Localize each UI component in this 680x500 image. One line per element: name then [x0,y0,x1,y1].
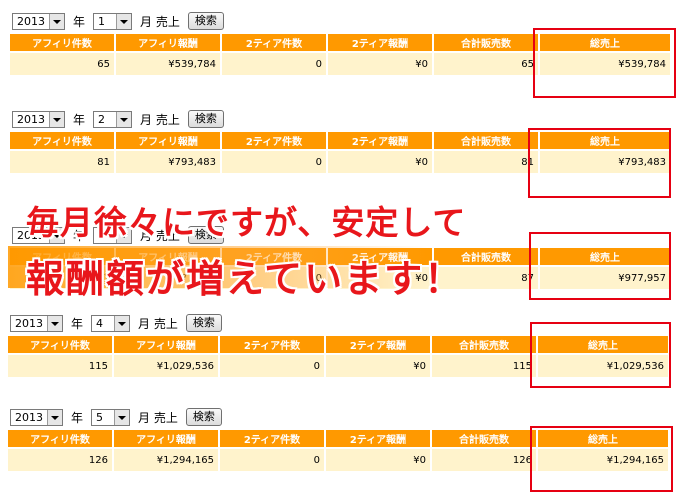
col-header: アフィリ件数 [8,336,112,353]
col-header: 2ティア件数 [220,430,324,447]
month-value: 1 [98,14,106,28]
table-cell: 81 [434,151,538,173]
month-select[interactable]: 5 [91,408,131,426]
table-cell: 81 [10,151,114,173]
year-select[interactable]: 2013 [10,408,63,426]
month-value: 2 [98,112,106,126]
table-cell: ¥793,483 [116,151,220,173]
total-sales-highlight [533,28,676,98]
col-header: 2ティア件数 [220,336,324,353]
chevron-down-icon[interactable] [114,409,130,425]
table-cell: 65 [10,53,114,75]
chevron-down-icon[interactable] [49,111,64,127]
table-cell: 115 [8,355,112,377]
col-header: 合計販売数 [434,132,538,149]
year-select[interactable]: 2013 [12,12,65,30]
col-header: 合計販売数 [432,336,536,353]
chevron-down-icon[interactable] [116,13,132,29]
month-value: 5 [96,410,104,424]
month-select[interactable]: 1 [93,12,133,30]
total-sales-highlight [528,128,671,198]
table-cell: 126 [432,449,536,471]
period-controls: 2013 年 1 月 売上 検索 [12,12,224,30]
col-header: アフィリ報酬 [114,430,218,447]
table-cell: ¥539,784 [116,53,220,75]
col-header: 2ティア報酬 [326,336,430,353]
chevron-down-icon[interactable] [47,315,62,331]
table-cell: 115 [432,355,536,377]
year-value: 2013 [17,112,45,126]
table-cell: 0 [222,151,326,173]
search-button[interactable]: 検索 [187,110,224,128]
total-sales-highlight [530,426,673,492]
table-cell: ¥0 [328,53,432,75]
year-select[interactable]: 2013 [10,314,63,332]
table-cell: ¥0 [326,355,430,377]
table-cell: 126 [8,449,112,471]
year-label: 年 [73,112,86,127]
year-label: 年 [71,316,84,331]
month-select[interactable]: 4 [91,314,131,332]
total-sales-highlight [530,322,671,388]
period-controls: 2013 年 2 月 売上 検索 [12,110,224,128]
col-header: アフィリ報酬 [116,34,220,51]
caption-line-1: 毎月徐々にですが、安定して [26,203,467,242]
table-cell: ¥0 [328,151,432,173]
col-header: アフィリ報酬 [116,132,220,149]
search-button[interactable]: 検索 [185,408,222,426]
year-value: 2013 [15,410,43,424]
chevron-down-icon[interactable] [114,315,130,331]
period-controls: 2013 年 4 月 売上 検索 [10,314,222,332]
search-button[interactable]: 検索 [185,314,222,332]
col-header: アフィリ件数 [8,430,112,447]
table-cell: 0 [220,449,324,471]
month-select[interactable]: 2 [93,110,133,128]
col-header: 合計販売数 [434,34,538,51]
month-value: 4 [96,316,104,330]
search-button[interactable]: 検索 [187,12,224,30]
year-label: 年 [73,14,86,29]
table-cell: 0 [220,355,324,377]
table-cell: ¥1,294,165 [114,449,218,471]
col-header: 2ティア報酬 [328,34,432,51]
table-cell: 65 [434,53,538,75]
col-header: アフィリ件数 [10,34,114,51]
caption-line-2: 報酬額が増えています！ [26,257,465,301]
year-value: 2013 [17,14,45,28]
col-header: 2ティア件数 [222,132,326,149]
chevron-down-icon[interactable] [47,409,62,425]
month-label: 月 売上 [138,410,178,425]
caption-overlay: 毎月徐々にですが、安定して 報酬額が増えています！ [0,196,465,306]
col-header: アフィリ件数 [10,132,114,149]
col-header: 2ティア件数 [222,34,326,51]
col-header: 2ティア報酬 [328,132,432,149]
table-cell: ¥0 [326,449,430,471]
month-label: 月 売上 [140,14,180,29]
col-header: アフィリ報酬 [114,336,218,353]
chevron-down-icon[interactable] [49,13,64,29]
year-value: 2013 [15,316,43,330]
year-label: 年 [71,410,84,425]
month-label: 月 売上 [138,316,178,331]
year-select[interactable]: 2013 [12,110,65,128]
table-cell: ¥1,029,536 [114,355,218,377]
table-cell: 0 [222,53,326,75]
chevron-down-icon[interactable] [116,111,132,127]
col-header: 2ティア報酬 [326,430,430,447]
period-controls: 2013 年 5 月 売上 検索 [10,408,222,426]
month-label: 月 売上 [140,112,180,127]
col-header: 合計販売数 [432,430,536,447]
total-sales-highlight [529,232,671,300]
